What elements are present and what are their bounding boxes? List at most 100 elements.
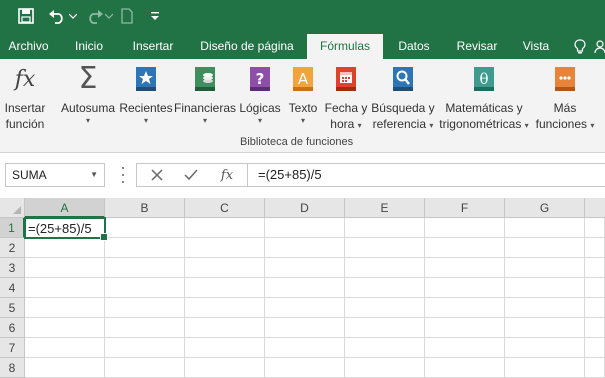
tab-formulas[interactable]: Fórmulas <box>307 34 383 60</box>
grid-cell[interactable] <box>505 298 585 318</box>
person-icon[interactable] <box>594 34 605 59</box>
grid-cell[interactable] <box>585 238 605 258</box>
column-header-g[interactable]: G <box>505 198 585 218</box>
grid-cell[interactable] <box>265 258 345 278</box>
lookup-reference-button[interactable]: Búsqueda y referencia ▾ <box>370 63 436 132</box>
chevron-down-icon[interactable]: ▼ <box>90 164 98 186</box>
tab-revisar[interactable]: Revisar <box>448 34 506 59</box>
grid-cell[interactable] <box>345 338 425 358</box>
tab-inicio[interactable]: Inicio <box>65 34 113 59</box>
grid-cell[interactable] <box>265 318 345 338</box>
customize-qat-icon[interactable] <box>148 6 162 26</box>
row-header-4[interactable]: 4 <box>0 278 25 298</box>
save-icon[interactable] <box>14 6 38 26</box>
select-all-corner[interactable] <box>0 198 25 218</box>
math-trig-button[interactable]: θ Matemáticas y trigonométricas ▾ <box>436 63 532 132</box>
tab-diseno-de-pagina[interactable]: Diseño de página <box>192 34 302 59</box>
column-header-b[interactable]: B <box>105 198 185 218</box>
formula-bar-resize-handle[interactable] <box>120 167 126 183</box>
formula-input[interactable]: =(25+85)/5 <box>248 163 605 187</box>
grid-cell[interactable] <box>105 238 185 258</box>
grid-cell[interactable] <box>105 298 185 318</box>
column-header-f[interactable]: F <box>425 198 505 218</box>
grid-cell[interactable] <box>345 318 425 338</box>
tab-insertar[interactable]: Insertar <box>124 34 182 59</box>
grid-cell[interactable] <box>345 238 425 258</box>
column-header-e[interactable]: E <box>345 198 425 218</box>
grid-cell[interactable] <box>185 278 265 298</box>
recent-button[interactable]: Recientes ▾ <box>118 63 174 126</box>
grid-cell[interactable] <box>185 238 265 258</box>
grid-cell[interactable] <box>585 318 605 338</box>
grid-cell[interactable] <box>505 358 585 378</box>
logical-button[interactable]: ? Lógicas ▾ <box>238 63 282 126</box>
datetime-button[interactable]: Fecha y hora ▾ <box>324 63 368 132</box>
grid-cell[interactable] <box>585 358 605 378</box>
redo-icon[interactable] <box>84 6 106 26</box>
grid-cell[interactable] <box>25 298 105 318</box>
grid-cell[interactable] <box>25 358 105 378</box>
grid-cell[interactable] <box>585 218 605 238</box>
grid-cell[interactable] <box>265 338 345 358</box>
grid-cell[interactable] <box>585 338 605 358</box>
name-box[interactable]: SUMA ▼ <box>5 163 105 187</box>
row-header-2[interactable]: 2 <box>0 238 25 258</box>
insert-function-fx-icon[interactable]: fx <box>215 164 239 186</box>
new-file-icon[interactable] <box>118 6 136 26</box>
redo-dropdown-icon[interactable] <box>104 6 114 26</box>
column-header-partial[interactable] <box>585 198 605 218</box>
grid-cell[interactable] <box>345 258 425 278</box>
grid-cell[interactable] <box>425 298 505 318</box>
grid-cell[interactable] <box>425 318 505 338</box>
grid-cell[interactable] <box>345 298 425 318</box>
column-header-c[interactable]: C <box>185 198 265 218</box>
row-header-7[interactable]: 7 <box>0 338 25 358</box>
grid-cell[interactable] <box>185 258 265 278</box>
row-header-3[interactable]: 3 <box>0 258 25 278</box>
undo-icon[interactable] <box>46 6 68 26</box>
text-button[interactable]: A Texto ▾ <box>284 63 322 126</box>
grid-cell[interactable] <box>265 298 345 318</box>
grid-cell[interactable] <box>105 218 185 238</box>
grid-cell[interactable] <box>265 218 345 238</box>
grid-cell[interactable] <box>105 278 185 298</box>
undo-dropdown-icon[interactable] <box>68 6 78 26</box>
grid-cell[interactable] <box>425 218 505 238</box>
grid-cell[interactable] <box>425 358 505 378</box>
grid-cell[interactable] <box>505 218 585 238</box>
more-functions-button[interactable]: Más funciones ▾ <box>534 63 596 132</box>
row-header-1[interactable]: 1 <box>0 218 25 238</box>
grid-cell[interactable] <box>185 218 265 238</box>
grid-cell[interactable] <box>345 278 425 298</box>
cancel-icon[interactable] <box>145 164 169 186</box>
grid-cell[interactable] <box>105 318 185 338</box>
enter-check-icon[interactable] <box>179 164 203 186</box>
tab-datos[interactable]: Datos <box>388 34 440 59</box>
grid-cell[interactable] <box>585 298 605 318</box>
grid-cell[interactable] <box>505 278 585 298</box>
grid-cell[interactable] <box>585 278 605 298</box>
row-header-5[interactable]: 5 <box>0 298 25 318</box>
grid-cell[interactable] <box>425 238 505 258</box>
autosum-button[interactable]: Σ Autosuma ▾ <box>58 63 118 126</box>
grid-cell[interactable] <box>105 258 185 278</box>
grid-cell[interactable] <box>25 318 105 338</box>
grid-cell[interactable] <box>25 338 105 358</box>
row-header-6[interactable]: 6 <box>0 318 25 338</box>
grid-cell[interactable] <box>585 258 605 278</box>
grid-cell[interactable] <box>185 358 265 378</box>
active-cell-a1[interactable]: =(25+85)/5 <box>24 217 108 241</box>
grid-cell[interactable] <box>425 338 505 358</box>
grid-cell[interactable] <box>265 278 345 298</box>
grid-cell[interactable] <box>25 238 105 258</box>
grid-cell[interactable] <box>265 238 345 258</box>
grid-cell[interactable] <box>25 258 105 278</box>
grid-cell[interactable] <box>185 298 265 318</box>
grid-cell[interactable] <box>105 338 185 358</box>
tab-vista[interactable]: Vista <box>512 34 560 59</box>
grid-cell[interactable] <box>425 258 505 278</box>
grid-cell[interactable] <box>105 358 185 378</box>
grid-cell[interactable] <box>345 218 425 238</box>
grid-cell[interactable] <box>505 258 585 278</box>
grid-cell[interactable] <box>425 278 505 298</box>
